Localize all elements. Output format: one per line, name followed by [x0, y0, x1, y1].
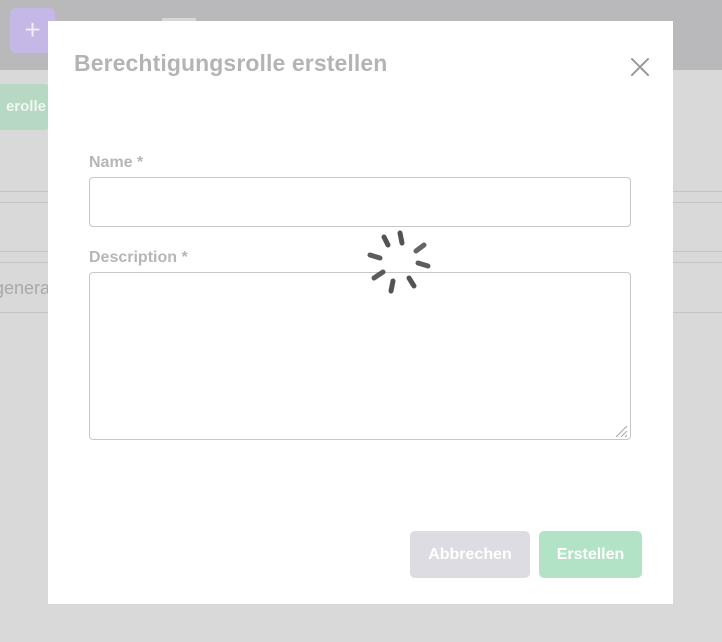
- name-label: Name *: [89, 154, 144, 171]
- page: + erolle genera Berechtigungsrolle erste…: [0, 0, 722, 642]
- create-role-dialog: Berechtigungsrolle erstellen Name * Desc…: [48, 21, 673, 604]
- dialog-title: Berechtigungsrolle erstellen: [74, 50, 388, 76]
- close-icon: [631, 58, 649, 76]
- name-input[interactable]: [89, 177, 631, 227]
- cancel-button[interactable]: Abbrechen: [410, 531, 530, 578]
- background-row-text: genera: [0, 278, 51, 298]
- create-button[interactable]: Erstellen: [539, 531, 642, 578]
- description-label: Description *: [89, 249, 188, 266]
- background-role-button[interactable]: erolle: [0, 84, 50, 130]
- loading-spinner-icon: [367, 230, 431, 294]
- resize-handle-icon[interactable]: [611, 421, 628, 438]
- close-button[interactable]: [628, 55, 652, 79]
- description-textarea[interactable]: [89, 272, 631, 440]
